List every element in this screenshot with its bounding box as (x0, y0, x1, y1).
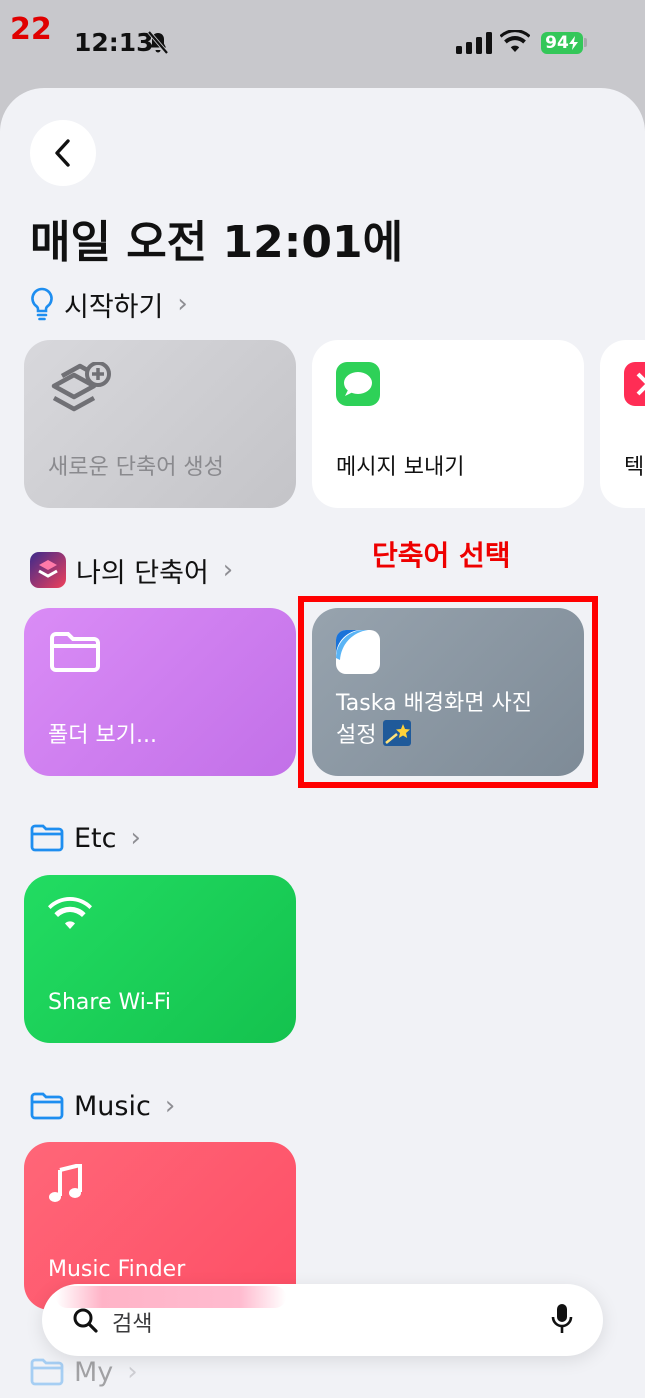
section-label: Music (74, 1090, 151, 1122)
section-label: Etc (74, 822, 117, 854)
page-title: 매일 오전 12:01에 (30, 217, 404, 268)
section-header-music[interactable]: Music › (30, 1086, 175, 1126)
back-button[interactable] (30, 120, 96, 186)
lightbulb-icon (31, 287, 53, 321)
status-bar: 22 12:13 94 (0, 0, 645, 90)
chevron-right-icon: › (130, 823, 141, 853)
messages-app-icon (336, 362, 380, 410)
shortcut-picker-sheet: 매일 오전 12:01에 시작하기 › 새로운 단축어 생성 메시지 보내기 텍… (0, 88, 645, 1398)
folder-icon (30, 1358, 64, 1386)
pink-smear-overlay (56, 1286, 286, 1308)
chevron-right-icon: › (127, 1357, 138, 1387)
chevron-right-icon: › (164, 1091, 176, 1121)
music-note-icon (48, 1162, 84, 1208)
search-icon (72, 1307, 98, 1337)
wifi-status-icon (499, 29, 531, 58)
add-shortcut-icon (48, 361, 112, 426)
tile-label: 폴더 보기... (48, 723, 157, 748)
shortcuts-app-icon (30, 552, 66, 588)
tile-label: Share Wi-Fi (48, 990, 171, 1015)
tile-folder-view[interactable]: 폴더 보기... (24, 608, 296, 776)
tile-new-shortcut[interactable]: 새로운 단축어 생성 (24, 340, 296, 508)
signal-icon (456, 32, 492, 58)
annotation-select-shortcut: 단축어 선택 (372, 539, 511, 572)
tile-label: 텍 (624, 455, 645, 480)
tile-partial[interactable]: 텍 (600, 340, 645, 508)
folder-icon (48, 630, 102, 678)
section-label: 나의 단축어 (76, 557, 209, 589)
battery-level: 94 (545, 33, 569, 53)
highlight-box (298, 596, 598, 788)
chevron-left-icon (55, 139, 70, 167)
section-header-my[interactable]: My › (30, 1352, 138, 1392)
section-header-my-shortcuts[interactable]: 나의 단축어 › (30, 550, 233, 590)
status-time: 12:13 (74, 28, 154, 57)
bell-off-icon (146, 30, 170, 60)
folder-icon (30, 1092, 64, 1120)
section-label: 시작하기 (64, 291, 164, 323)
section-label: My (74, 1356, 114, 1388)
microphone-icon[interactable] (551, 1303, 573, 1339)
charging-bolt-icon (568, 36, 578, 50)
wifi-icon (48, 897, 92, 935)
folder-icon (30, 824, 64, 852)
section-header-etc[interactable]: Etc › (30, 818, 141, 858)
step-number: 22 (10, 12, 52, 47)
tile-label: 메시지 보내기 (336, 455, 465, 480)
tile-share-wifi[interactable]: Share Wi-Fi (24, 875, 296, 1043)
tile-label: Music Finder (48, 1257, 186, 1282)
search-input[interactable]: 검색 (112, 1306, 152, 1338)
app-icon-partial (624, 362, 645, 410)
section-header-getting-started[interactable]: 시작하기 › (30, 284, 188, 324)
chevron-right-icon: › (222, 555, 234, 585)
tile-label: 새로운 단축어 생성 (48, 455, 224, 480)
battery-tip (584, 38, 587, 47)
chevron-right-icon: › (177, 289, 188, 319)
tile-send-message[interactable]: 메시지 보내기 (312, 340, 584, 508)
battery-indicator: 94 (541, 32, 583, 54)
